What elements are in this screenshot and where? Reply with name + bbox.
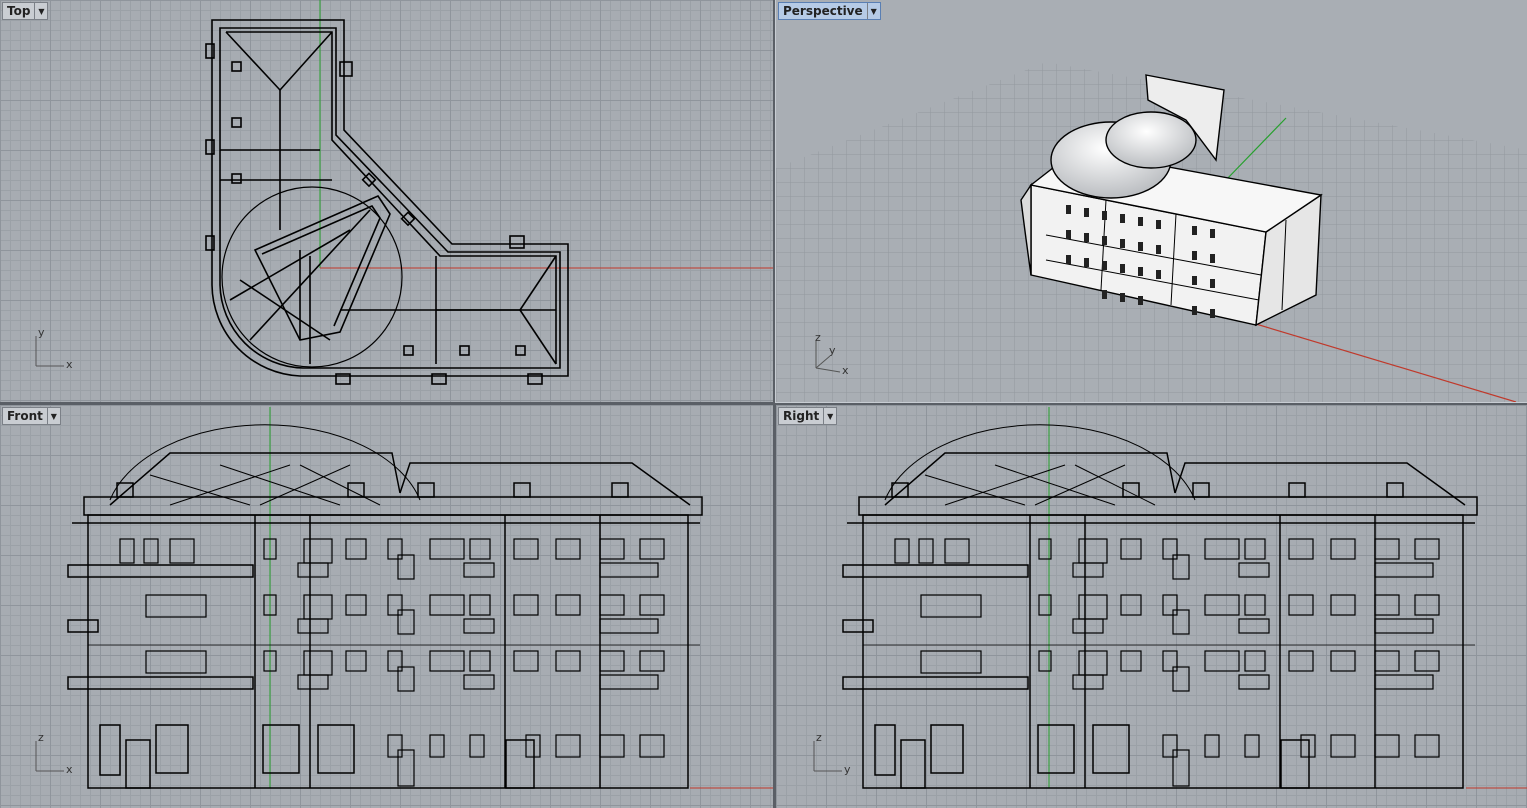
svg-text:y: y [829,344,836,357]
dropdown-arrow-icon[interactable]: ▼ [46,408,60,424]
viewport-top[interactable]: Top ▼ y x [0,0,773,402]
dropdown-arrow-icon[interactable]: ▼ [823,408,836,424]
svg-text:x: x [66,763,73,776]
svg-text:y: y [844,763,851,776]
front-view-drawing: z x [35,407,773,789]
top-view-drawing: y x [35,0,773,385]
viewport-title-top[interactable]: Top ▼ [2,2,49,20]
svg-text:x: x [66,358,73,371]
viewport-title-perspective[interactable]: Perspective ▼ [778,2,881,20]
perspective-view-drawing: z y x [776,62,1527,402]
viewport-name: Front [7,409,43,423]
dropdown-arrow-icon[interactable]: ▼ [34,3,47,19]
viewport-name: Top [7,4,31,18]
right-view-drawing: z y [813,407,1527,789]
viewport-right[interactable]: Right ▼ z y [776,405,1527,808]
viewport-perspective[interactable]: Perspective ▼ z y x [775,0,1527,403]
viewport-name: Right [783,409,820,423]
viewport-title-right[interactable]: Right ▼ [778,407,838,425]
viewport-title-front[interactable]: Front ▼ [2,407,61,425]
svg-text:z: z [38,731,44,744]
svg-text:z: z [815,331,821,344]
svg-text:y: y [38,326,45,339]
viewport-name: Perspective [783,4,863,18]
svg-text:z: z [816,731,822,744]
viewport-front[interactable]: Front ▼ z x [0,405,773,808]
dropdown-arrow-icon[interactable]: ▼ [866,3,880,19]
svg-text:x: x [842,364,849,377]
